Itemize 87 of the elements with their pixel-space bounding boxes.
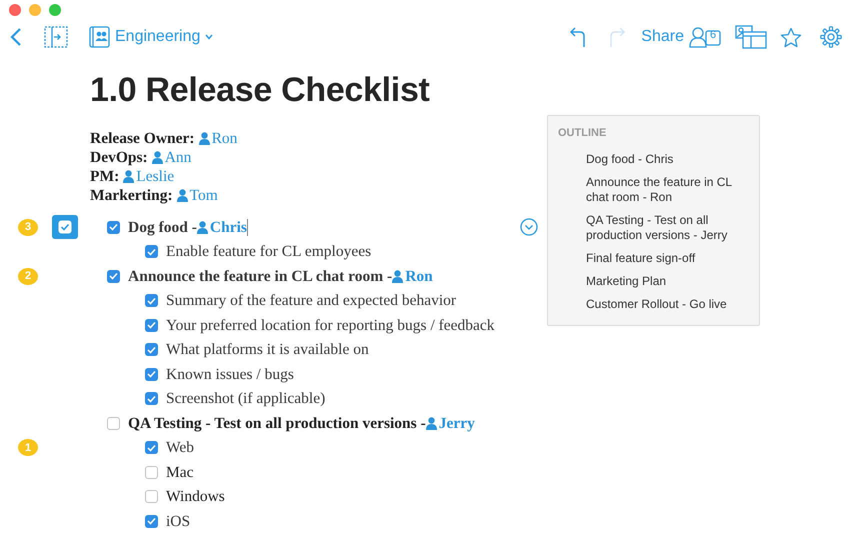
outline-item[interactable]: Final feature sign-off	[558, 246, 749, 270]
expand-icon[interactable]	[520, 218, 538, 236]
back-button[interactable]	[10, 27, 22, 47]
undo-button[interactable]	[567, 26, 586, 48]
star-icon	[780, 26, 802, 48]
field-label: Release Owner:	[90, 129, 195, 148]
outline-item[interactable]: Marketing Plan	[558, 270, 749, 292]
person-link[interactable]: Tom	[176, 186, 218, 205]
settings-button[interactable]	[820, 26, 842, 48]
check-icon	[147, 296, 156, 305]
person-icon	[196, 220, 208, 234]
person-link[interactable]: Ron	[392, 264, 433, 288]
layout-button[interactable]	[735, 25, 767, 49]
check-icon	[147, 370, 156, 378]
favorite-button[interactable]	[780, 26, 802, 48]
sidebar-icon	[44, 26, 68, 48]
team-dropdown[interactable]: Engineering	[89, 26, 214, 48]
check-icon	[147, 517, 156, 526]
checkbox[interactable]	[145, 294, 158, 308]
task-text: Web	[166, 438, 194, 458]
back-icon	[10, 27, 22, 47]
team-icon	[89, 26, 110, 48]
outline-item[interactable]: Dog food - Chris	[558, 148, 749, 170]
task-text: What platforms it is available on	[166, 340, 369, 360]
checkbox[interactable]	[107, 220, 120, 234]
checkbox[interactable]	[145, 318, 158, 332]
person-icon	[198, 132, 210, 145]
field-label: DevOps:	[90, 148, 148, 167]
person-icon	[152, 151, 163, 164]
task-text: iOS	[166, 512, 190, 532]
checkbox[interactable]	[145, 490, 158, 504]
outline-item[interactable]: Announce the feature in CL chat room - Ron	[558, 170, 749, 208]
person-icon	[176, 189, 188, 202]
task-text: Summary of the feature and expected behavior	[166, 291, 456, 312]
person-link[interactable]: Leslie	[123, 167, 174, 186]
sidebar-button[interactable]	[44, 26, 68, 48]
check-icon	[147, 346, 156, 354]
person-icon	[426, 416, 437, 430]
checkbox[interactable]	[145, 466, 158, 479]
share-button[interactable]: Share	[641, 29, 684, 45]
zoom-button[interactable]	[49, 4, 61, 16]
task-text: Your preferred location for reporting bugs / feedback	[166, 316, 495, 336]
row-select-button[interactable]	[52, 215, 78, 240]
people-icon	[689, 26, 721, 48]
caret-icon	[205, 34, 214, 40]
checkbox[interactable]	[145, 368, 158, 381]
close-button[interactable]	[9, 4, 21, 16]
check-icon	[147, 444, 156, 452]
layout-icon	[735, 25, 767, 49]
text-cursor	[246, 218, 248, 236]
person-icon	[123, 170, 134, 183]
person-icon	[392, 270, 404, 283]
checkbox[interactable]	[107, 270, 120, 283]
checkbox[interactable]	[145, 392, 158, 406]
outline-item[interactable]: QA Testing - Test on all production versions - Jerry	[558, 208, 749, 246]
outline-heading: OUTLINE	[558, 126, 608, 141]
check-icon	[109, 272, 118, 280]
task-title: Announce the feature in CL chat room -	[128, 266, 392, 287]
field-label: PM:	[90, 167, 120, 186]
person-link[interactable]: Ron	[198, 129, 238, 148]
checkbox[interactable]	[145, 441, 158, 454]
check-icon	[147, 321, 156, 330]
task-text: Mac	[166, 462, 194, 483]
task-text: Known issues / bugs	[166, 364, 294, 385]
check-icon	[147, 394, 156, 403]
settings-icon	[820, 26, 842, 48]
task-text: Enable feature for CL employees	[166, 242, 372, 262]
field-label: Markerting:	[90, 186, 173, 205]
task-title: Dog food -	[128, 218, 197, 238]
undo-icon	[567, 26, 586, 48]
checkbox[interactable]	[145, 343, 158, 356]
person-link[interactable]: Jerry	[426, 412, 475, 435]
task-title: QA Testing - Test on all production versions -	[128, 414, 426, 434]
outline-item[interactable]: Customer Rollout - Go live	[558, 292, 749, 316]
check-icon	[109, 223, 118, 232]
checkbox[interactable]	[145, 514, 158, 528]
task-text: Windows	[166, 487, 225, 508]
redo-icon	[608, 26, 628, 48]
checkbox[interactable]	[145, 245, 158, 258]
person-link[interactable]: Chris	[196, 216, 247, 239]
check-icon	[147, 248, 156, 256]
task-text: Screenshot (if applicable)	[166, 389, 326, 410]
person-link[interactable]: Ann	[152, 148, 192, 167]
document-title: 1.0 Release Checklist	[90, 70, 431, 110]
minimize-button[interactable]	[29, 4, 41, 16]
check-icon	[58, 220, 72, 234]
checkbox[interactable]	[107, 416, 120, 430]
